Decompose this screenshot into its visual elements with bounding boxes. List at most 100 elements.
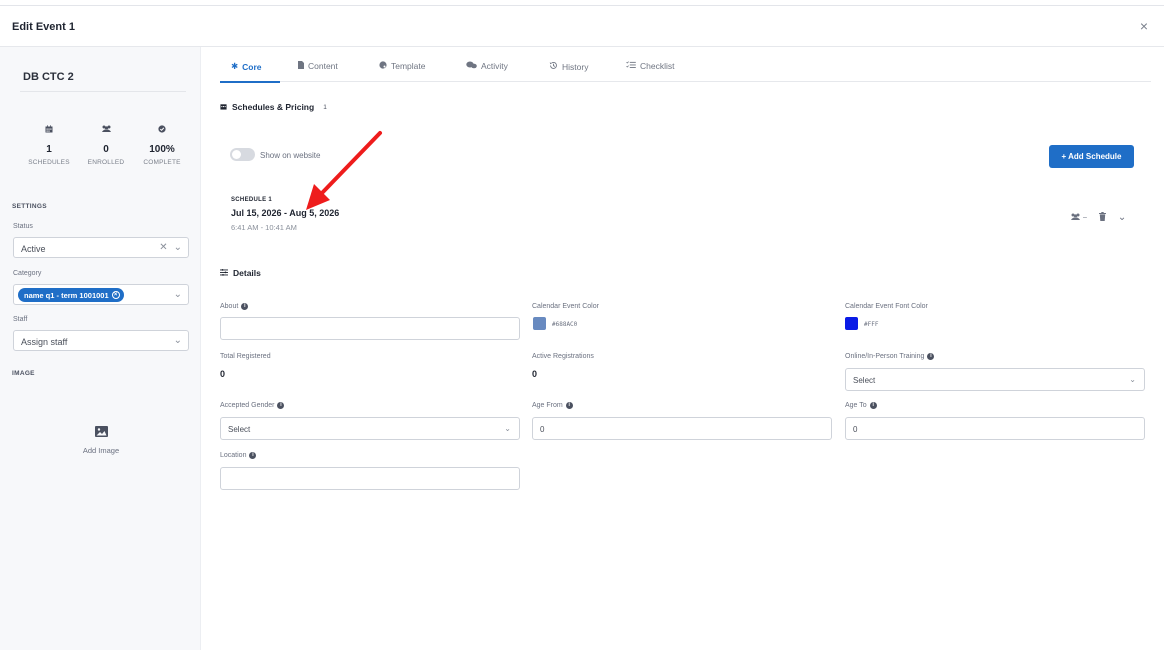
add-schedule-label: + Add Schedule [1061,152,1122,161]
active-registrations-value: 0 [532,369,538,379]
info-icon: i [241,303,249,310]
arrow-head [306,184,330,210]
chevron-down-icon: ⌄ [173,289,182,300]
calendar-icon [220,102,227,112]
about-input[interactable] [220,317,520,340]
close-icon[interactable]: × [1140,19,1148,33]
calendar-color-label: Calendar Event Color [532,303,599,310]
location-label: Location i [220,452,257,459]
calendar-color-swatch[interactable] [533,317,546,330]
age-to-label-text: Age To [845,402,867,409]
remove-chip-icon[interactable]: × [111,291,120,299]
divider [20,91,186,92]
about-label-text: About [220,303,239,310]
chevron-down-icon[interactable]: ⌄ [1118,212,1126,223]
settings-title: SETTINGS [12,203,47,210]
location-input[interactable] [220,467,520,490]
modal-header: Edit Event 1 × [0,6,1164,47]
schedule-time: 6:41 AM - 10:41 AM [231,223,297,232]
tab-content[interactable]: Content [298,61,338,71]
sidebar: DB CTC 2 1 SCHEDULES 0 ENROLLED 100% COM… [0,47,201,650]
training-label-text: Online/In-Person Training [845,353,925,360]
schedule-actions: – ⌄ [1070,208,1126,226]
details-header: Details [220,268,261,278]
schedules-header: Schedules & Pricing 1 [220,102,327,112]
gender-select[interactable]: Select ⌄ [220,417,520,440]
toggle-label: Show on website [260,151,321,160]
sliders-icon [220,268,228,278]
gear-icon: ✱ [231,61,239,71]
info-icon: i [249,452,257,459]
staff-placeholder: Assign staff [21,337,68,347]
gender-label: Accepted Gender i [220,402,285,409]
schedule-date: Jul 15, 2026 - Aug 5, 2026 [231,208,340,218]
chat-icon [466,61,477,71]
checklist-icon [626,61,636,71]
stat-complete: 100% COMPLETE [133,123,191,166]
category-label: Category [13,270,42,277]
total-registered-value: 0 [220,369,226,379]
training-placeholder: Select [853,376,876,385]
stat-schedules: 1 SCHEDULES [20,123,78,166]
stat-value: 1 [46,144,52,155]
stat-label: SCHEDULES [28,159,70,166]
training-label: Online/In-Person Training i [845,353,935,360]
toggle-knob [232,150,241,159]
staff-select[interactable]: Assign staff ⌄ [13,330,189,351]
chevron-down-icon: ⌄ [1129,375,1136,384]
age-from-input[interactable]: 0 [532,417,832,440]
tab-core[interactable]: ✱ Core [231,61,262,72]
image-icon [60,424,142,442]
tab-label: History [562,61,589,72]
tab-checklist[interactable]: Checklist [626,61,674,71]
active-registrations-label: Active Registrations [532,353,594,360]
schedule-count: 1 [323,103,327,111]
about-label: About i [220,303,249,310]
tab-template[interactable]: Template [379,61,426,71]
chevron-down-icon: ⌄ [173,335,182,346]
show-on-website-toggle[interactable] [230,148,255,161]
tab-label: Template [391,61,426,71]
schedules-title: Schedules & Pricing [232,102,315,112]
add-schedule-button[interactable]: + Add Schedule [1049,145,1134,168]
users-dropdown-icon[interactable]: – [1070,213,1087,221]
info-icon: i [565,402,573,409]
chevron-down-icon: ⌄ [504,424,511,433]
calendar-color-hex: #688AC0 [552,321,578,328]
tab-label: Content [308,61,338,71]
trash-icon[interactable] [1098,208,1106,226]
tab-label: Core [242,61,262,72]
stat-label: COMPLETE [143,159,181,166]
calendar-icon [20,123,78,135]
palette-icon [379,61,387,71]
history-icon [549,61,558,72]
category-chip: name q1 - term 1001001 × [18,288,124,302]
check-circle-icon [133,123,191,135]
add-image-button[interactable]: Add Image [60,424,142,455]
category-select[interactable]: name q1 - term 1001001 × ⌄ [13,284,189,305]
status-select[interactable]: Active ✕ ⌄ [13,237,189,258]
location-label-text: Location [220,452,247,459]
stat-value: 0 [103,144,109,155]
info-icon: i [869,402,877,409]
clear-icon[interactable]: ✕ [159,242,167,253]
age-to-label: Age To i [845,402,877,409]
font-color-hex: #FFF [864,321,879,328]
age-from-label: Age From i [532,402,573,409]
age-to-value: 0 [853,425,858,434]
status-label: Status [13,223,33,230]
stat-value: 100% [149,144,175,155]
font-color-label: Calendar Event Font Color [845,303,928,310]
category-chip-label: name q1 - term 1001001 [24,290,109,300]
font-color-swatch[interactable] [845,317,858,330]
details-title: Details [233,268,261,278]
age-to-input[interactable]: 0 [845,417,1145,440]
training-select[interactable]: Select ⌄ [845,368,1145,391]
modal-title: Edit Event 1 [12,21,75,33]
tab-activity[interactable]: Activity [466,61,508,71]
tab-history[interactable]: History [549,61,588,72]
event-name: DB CTC 2 [23,71,74,83]
file-icon [298,61,304,71]
schedule-label: SCHEDULE 1 [231,197,273,203]
users-icon [77,123,135,135]
